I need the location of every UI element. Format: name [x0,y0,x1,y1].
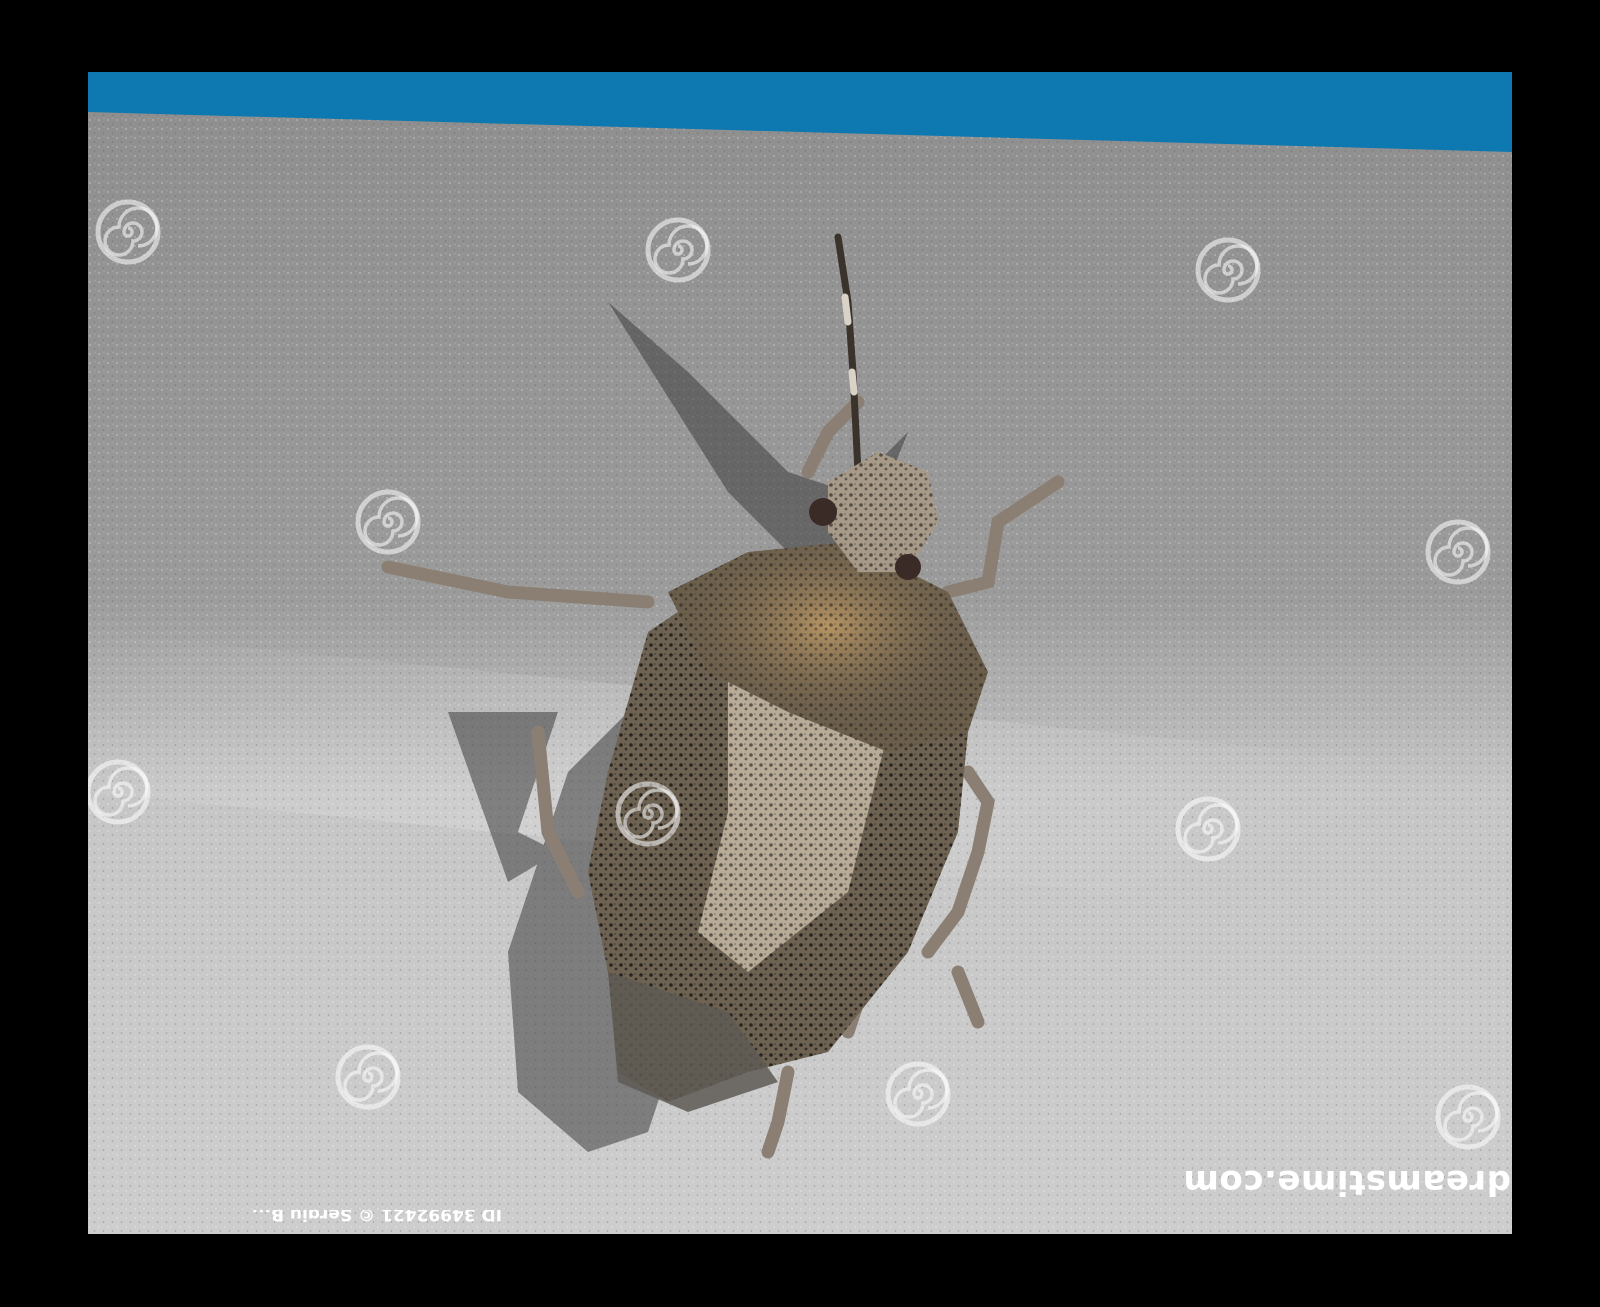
bug-eye-left [809,498,837,526]
photo: dreamstime.com ID 34992421 © Sergiu B... [88,72,1512,1234]
watermark-banner [88,72,1512,112]
bug-eye-right [895,554,921,580]
photo-canvas [88,72,1512,1234]
